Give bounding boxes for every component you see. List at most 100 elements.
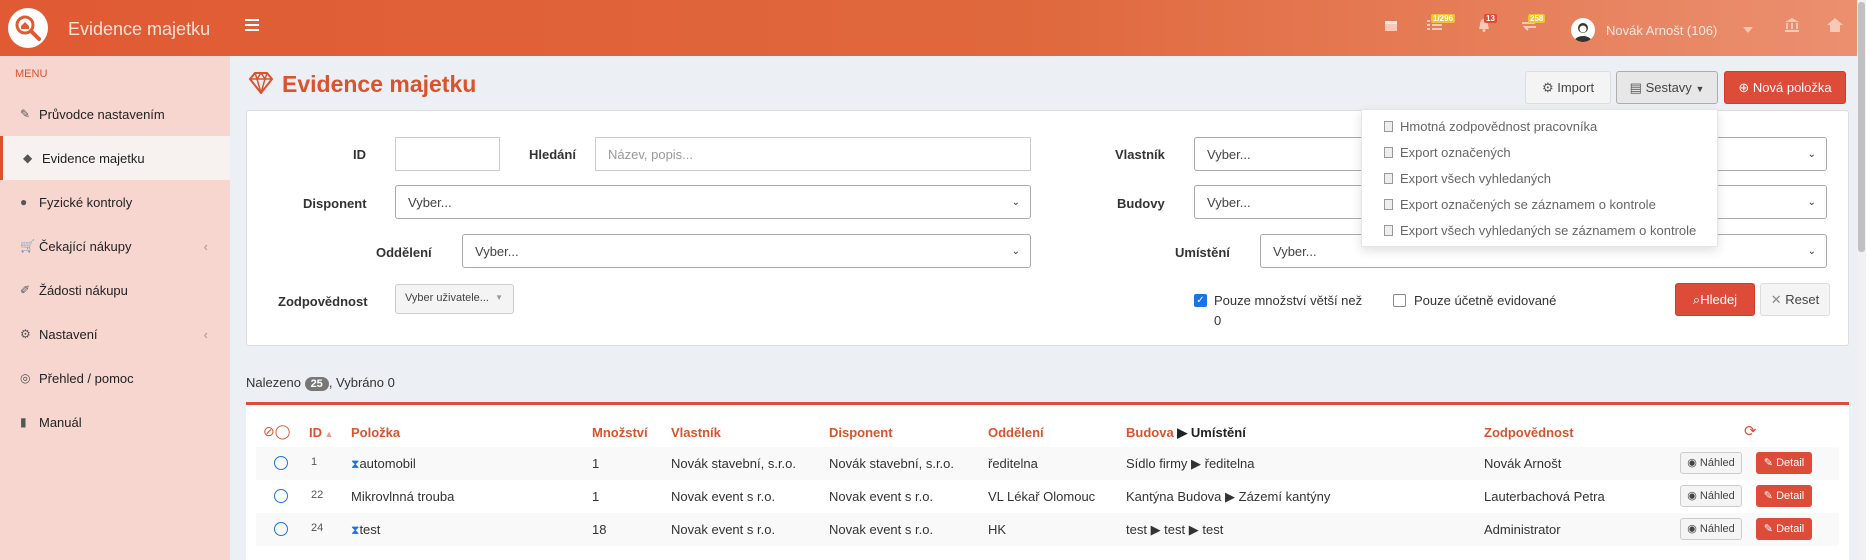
found-count-badge: 25 [304, 377, 329, 391]
department-select[interactable]: Vyber... ⌄ [462, 234, 1031, 268]
responsibility-user-select[interactable]: Vyber uživatele... ▼ [395, 284, 514, 314]
calendar-icon[interactable] [1384, 18, 1406, 38]
accounting-only-checkbox[interactable] [1393, 294, 1406, 307]
home-icon[interactable] [1827, 18, 1849, 38]
user-dropdown-caret-icon[interactable] [1743, 27, 1753, 33]
location-label: Umístění [1175, 245, 1230, 260]
column-header-disponent[interactable]: Disponent [829, 425, 893, 440]
sidebar-item-label: Čekající nákupy [39, 239, 132, 254]
new-item-button[interactable]: ⊕ Nová položka [1724, 71, 1846, 104]
column-header-item[interactable]: Položka [351, 425, 400, 440]
column-header-department[interactable]: Oddělení [988, 425, 1044, 440]
row-select-radio[interactable] [274, 489, 288, 503]
sidebar-item-manual[interactable]: ▮ Manuál [0, 400, 230, 444]
cell-item-text: automobil [359, 456, 416, 471]
gears-icon: ⚙ [1541, 80, 1554, 95]
preview-button[interactable]: ◉ Náhled [1680, 518, 1742, 540]
table-row[interactable]: 1 ⧗automobil 1 Novák stavební, s.r.o. No… [256, 447, 1839, 480]
diamond-icon [248, 72, 274, 94]
menu-item-employee-responsibility[interactable]: Hmotná zodpovědnost pracovníka [1384, 119, 1597, 134]
alerts-badge: 13 [1484, 14, 1497, 23]
row-select-radio[interactable] [274, 456, 288, 470]
building-header-label: Budova [1126, 425, 1174, 440]
bank-icon[interactable] [1784, 18, 1806, 38]
transfer-icon[interactable]: 258 [1521, 14, 1546, 38]
sidebar-item-setup-wizard[interactable]: ✎ Průvodce nastavením [0, 92, 230, 136]
preview-button[interactable]: ◉ Náhled [1680, 452, 1742, 474]
found-label: Nalezeno [246, 375, 301, 390]
detail-button[interactable]: ✎ Detail [1756, 485, 1812, 507]
reset-button-label: Reset [1785, 292, 1820, 307]
cell-owner: Novák stavební, s.r.o. [671, 456, 797, 471]
top-bar: Evidence majetku 1/296 13 258 Novák Arno… [0, 0, 1866, 56]
sidebar-item-pending-purchases[interactable]: 🛒 Čekající nákupy ‹ [0, 224, 230, 268]
cell-qty: 18 [592, 522, 607, 537]
id-input[interactable] [395, 137, 500, 171]
close-icon: ✕ [1770, 292, 1782, 307]
owner-label: Vlastník [1115, 147, 1165, 162]
reset-button[interactable]: ✕ Reset [1760, 283, 1830, 316]
department-select-value: Vyber... [475, 244, 519, 259]
page-title: Evidence majetku [282, 71, 477, 97]
detail-button[interactable]: ✎ Detail [1756, 452, 1812, 474]
menu-toggle-icon[interactable] [245, 19, 259, 33]
column-header-id[interactable]: ID ▲ [309, 425, 333, 440]
preview-button[interactable]: ◉ Náhled [1680, 485, 1742, 507]
caret-down-icon: ▼ [495, 293, 503, 302]
qty-greater-checkbox[interactable]: ✓ [1194, 294, 1207, 307]
menu-item-export-all[interactable]: Export všech vyhledaných [1384, 171, 1551, 186]
department-label: Oddělení [376, 245, 432, 260]
sidebar-item-label: Fyzické kontroly [39, 195, 133, 210]
plus-circle-icon: ⊕ [1738, 80, 1750, 95]
scrollbar-thumb[interactable] [1858, 2, 1865, 252]
preview-label: Náhled [1699, 523, 1735, 535]
tasks-icon[interactable]: 1/296 [1427, 14, 1456, 38]
cell-responsibility: Novák Arnošt [1484, 456, 1562, 471]
menu-item-export-selected[interactable]: Export označených [1384, 145, 1511, 160]
table-row[interactable]: 22 Mikrovlnná trouba 1 Novak event s r.o… [256, 480, 1839, 513]
preview-label: Náhled [1699, 490, 1735, 502]
book-icon: ▮ [20, 415, 27, 429]
search-home-icon [15, 15, 41, 41]
select-all-icon[interactable]: ⊘◯ [263, 423, 290, 440]
column-header-owner[interactable]: Vlastník [671, 425, 721, 440]
cell-department: HK [988, 522, 1007, 537]
column-header-qty[interactable]: Množství [592, 425, 648, 440]
row-select-radio[interactable] [274, 522, 288, 536]
cell-disponent: Novák stavební, s.r.o. [829, 456, 955, 471]
user-name[interactable]: Novák Arnošt (106) [1606, 23, 1717, 38]
detail-label: Detail [1776, 457, 1805, 469]
sidebar-item-asset-records[interactable]: ◆ Evidence majetku [0, 136, 230, 180]
search-input[interactable]: Název, popis... [595, 137, 1031, 171]
sidebar-item-physical-checks[interactable]: ● Fyzické kontroly [0, 180, 230, 224]
bell-icon[interactable]: 13 [1477, 14, 1499, 38]
column-header-building-location[interactable]: Budova ▶ Umístění [1126, 425, 1246, 441]
sidebar-item-purchase-requests[interactable]: ✐ Žádosti nákupu [0, 268, 230, 312]
reports-button[interactable]: ▤ Sestavy ▼ [1616, 71, 1718, 104]
cell-building-location: test ▶ test ▶ test [1126, 522, 1224, 537]
pdf-file-icon [1384, 121, 1393, 132]
cell-owner: Novak event s r.o. [671, 522, 776, 537]
search-button[interactable]: ⌕Hledej [1675, 283, 1755, 316]
sidebar-item-label: Nastavení [39, 327, 98, 342]
disponent-select[interactable]: Vyber... ⌄ [395, 185, 1031, 219]
menu-item-export-all-with-check[interactable]: Export všech vyhledaných se záznamem o k… [1384, 223, 1696, 238]
sidebar-item-settings[interactable]: ⚙ Nastavení ‹ [0, 312, 230, 356]
column-header-responsibility[interactable]: Zodpovědnost [1484, 425, 1574, 440]
excel-file-icon [1384, 225, 1393, 236]
menu-item-export-selected-with-check[interactable]: Export označených se záznamem o kontrole [1384, 197, 1656, 212]
avatar[interactable] [1571, 18, 1595, 42]
refresh-icon[interactable]: ⟳ [1744, 422, 1757, 440]
cell-item: Mikrovlnná trouba [351, 489, 455, 504]
table-row[interactable]: 24 ⧗test 18 Novak event s r.o. Novak eve… [256, 513, 1839, 546]
sidebar: MENU ✎ Průvodce nastavením ◆ Evidence ma… [0, 56, 230, 560]
eye-icon: ◉ [1687, 490, 1700, 502]
excel-file-icon [1384, 199, 1393, 210]
logo[interactable] [8, 8, 48, 48]
import-button[interactable]: ⚙ Import [1525, 71, 1611, 104]
menu-item-label: Hmotná zodpovědnost pracovníka [1400, 119, 1598, 134]
menu-item-label: Export označených se záznamem o kontrole [1400, 197, 1656, 212]
cell-department: ředitelna [988, 456, 1038, 471]
sidebar-item-overview-help[interactable]: ◎ Přehled / pomoc [0, 356, 230, 400]
detail-button[interactable]: ✎ Detail [1756, 518, 1812, 540]
